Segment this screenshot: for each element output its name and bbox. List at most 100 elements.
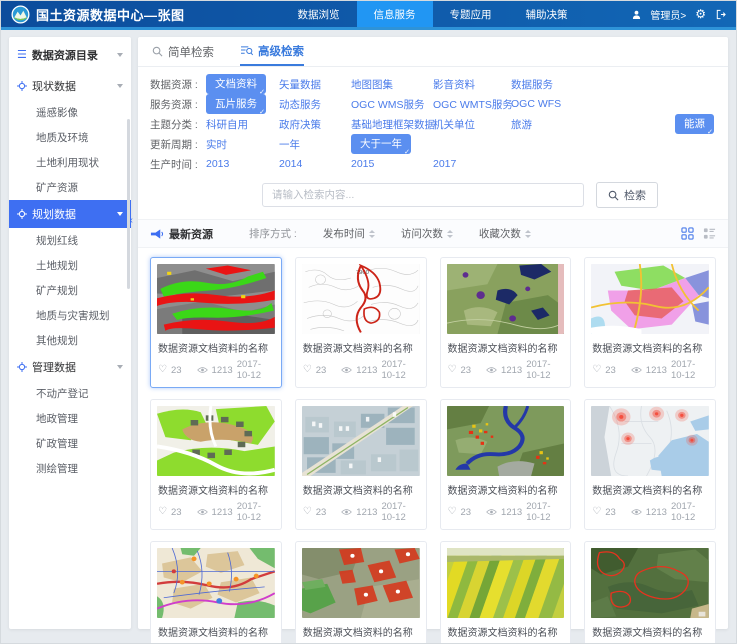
likes-icon[interactable]: ♡ <box>303 365 312 375</box>
sidebar-item-land-planning[interactable]: 土地规划 <box>9 253 131 278</box>
settings-gear-icon[interactable]: ⚙ <box>695 8 706 20</box>
sidebar-item-mineral-resources[interactable]: 矿产资源 <box>9 175 131 200</box>
search-icon <box>608 190 619 201</box>
sort-by-publish-time[interactable]: 发布时间 <box>323 226 375 241</box>
nav-decision-support[interactable]: 辅助决策 <box>509 1 585 27</box>
keyword-search-row: 检索 <box>262 182 658 208</box>
filter-option-basic-geo-framework[interactable]: 基础地理框架数据 <box>351 117 433 132</box>
card-thumbnail <box>157 406 275 476</box>
filter-option-ogc-wmts[interactable]: OGC WMTS服务 <box>433 97 511 112</box>
search-button[interactable]: 检索 <box>596 182 658 208</box>
sidebar-scrollbar[interactable] <box>127 119 130 289</box>
filter-option-vector-data[interactable]: 矢量数据 <box>279 77 351 92</box>
filter-option-dynamic-service[interactable]: 动态服务 <box>279 97 351 112</box>
result-card[interactable]: 数据资源文档资料的名称 ♡ 23 1213 2017-10-12 <box>584 399 716 530</box>
result-card[interactable]: 数据资源文档资料的名称 ♡ 23 1213 2017-10-12 <box>440 541 572 644</box>
filter-option-research-use[interactable]: 科研自用 <box>206 117 279 132</box>
filter-option-data-service[interactable]: 数据服务 <box>511 77 716 92</box>
sidebar-item-other-planning[interactable]: 其他规划 <box>9 328 131 353</box>
filter-option-org-unit[interactable]: 机关单位 <box>433 117 511 132</box>
filter-option-ogc-wfs[interactable]: OGC WFS <box>511 98 716 110</box>
filter-option-tile-service[interactable]: 瓦片服务✓ <box>206 94 266 114</box>
filter-option-2017[interactable]: 2017 <box>433 158 511 170</box>
sidebar-item-geo-disaster-planning[interactable]: 地质与灾害规划 <box>9 303 131 328</box>
card-title: 数据资源文档资料的名称 <box>303 624 419 639</box>
filter-option-2013[interactable]: 2013 <box>206 158 279 170</box>
sidebar-group-planning-data[interactable]: 规划数据 <box>9 200 131 228</box>
card-date: 2017-10-12 <box>671 359 708 381</box>
user-name[interactable]: 管理员> <box>650 7 686 22</box>
list-view-icon[interactable] <box>703 227 716 240</box>
sidebar-group-management-data[interactable]: 管理数据 <box>9 353 131 381</box>
sidebar-item-geology-env[interactable]: 地质及环境 <box>9 125 131 150</box>
filter-option-map-atlas[interactable]: 地图图集 <box>351 77 433 92</box>
globe-emblem-icon <box>11 5 30 24</box>
hamburger-icon[interactable]: ☰ <box>17 50 27 61</box>
result-card[interactable]: 数据资源文档资料的名称 ♡ 23 1213 2017-10-12 <box>440 257 572 388</box>
likes-icon[interactable]: ♡ <box>158 365 167 375</box>
card-thumbnail: 7960 <box>302 264 420 334</box>
result-card[interactable]: 7960 数据资源文档资料的名称 ♡ 23 1213 2017-10-12 <box>295 257 427 388</box>
result-card[interactable]: 数据资源文档资料的名称 ♡ 23 1213 2017-10-12 <box>295 399 427 530</box>
filter-option-gov-decision[interactable]: 政府决策 <box>279 117 351 132</box>
tab-advanced-search[interactable]: 高级检索 <box>240 37 304 66</box>
card-stats: ♡ 23 1213 2017-10-12 <box>591 359 709 381</box>
filter-option-over-one-year[interactable]: 大于一年✓ <box>351 134 411 154</box>
grid-view-icon[interactable] <box>681 227 694 240</box>
result-card[interactable]: 数据资源文档资料的名称 ♡ 23 1213 2017-10-12 <box>584 257 716 388</box>
likes-icon[interactable]: ♡ <box>592 507 601 517</box>
filter-option-ogc-wms[interactable]: OGC WMS服务 <box>351 97 433 112</box>
user-icon <box>632 10 641 19</box>
nav-thematic-apps[interactable]: 专题应用 <box>433 1 509 27</box>
card-title: 数据资源文档资料的名称 <box>158 482 274 497</box>
likes-icon[interactable]: ♡ <box>448 365 457 375</box>
sidebar-item-planning-redline[interactable]: 规划红线 <box>9 228 131 253</box>
result-card[interactable]: 数据资源文档资料的名称 ♡ 23 1213 2017-10-12 <box>150 257 282 388</box>
card-title: 数据资源文档资料的名称 <box>448 340 564 355</box>
sidebar-item-mineral-planning[interactable]: 矿产规划 <box>9 278 131 303</box>
filter-option-doc-material[interactable]: 文档资料✓ <box>206 74 266 94</box>
result-card[interactable]: 数据资源文档资料的名称 ♡ 23 1213 2017-10-12 <box>584 541 716 644</box>
chevron-down-icon[interactable] <box>117 53 123 57</box>
nav-info-service[interactable]: 信息服务 <box>357 1 433 27</box>
sidebar-collapse-handle[interactable]: ‹ <box>130 215 133 226</box>
tab-simple-search[interactable]: 简单检索 <box>152 37 214 66</box>
result-card[interactable]: 数据资源文档资料的名称 ♡ 23 1213 2017-10-12 <box>150 399 282 530</box>
sort-by-favorites[interactable]: 收藏次数 <box>479 226 531 241</box>
main-nav: 数据浏览 信息服务 专题应用 辅助决策 <box>281 1 585 27</box>
likes-icon[interactable]: ♡ <box>303 507 312 517</box>
filter-option-2015[interactable]: 2015 <box>351 158 433 170</box>
sidebar-item-remote-sensing[interactable]: 遥感影像 <box>9 100 131 125</box>
sort-by-visits[interactable]: 访问次数 <box>401 226 453 241</box>
search-input[interactable] <box>262 183 584 207</box>
sidebar-item-realestate-registry[interactable]: 不动产登记 <box>9 381 131 406</box>
likes-icon[interactable]: ♡ <box>448 507 457 517</box>
filter-option-realtime[interactable]: 实时 <box>206 137 279 152</box>
sidebar-item-mining-admin[interactable]: 矿政管理 <box>9 431 131 456</box>
filter-option-energy[interactable]: 能源✓ <box>675 114 714 134</box>
sidebar-group-current-data[interactable]: 现状数据 <box>9 72 131 100</box>
filter-option-tourism[interactable]: 旅游 <box>511 117 675 132</box>
chevron-down-icon[interactable] <box>117 365 123 369</box>
result-card[interactable]: 数据资源文档资料的名称 ♡ 23 1213 2017-10-12 <box>150 541 282 644</box>
likes-count: 23 <box>460 507 471 518</box>
result-card[interactable]: 数据资源文档资料的名称 ♡ 23 1213 2017-10-12 <box>440 399 572 530</box>
filter-row-data-resource: 数据资源 : 文档资料✓ 矢量数据 地图图集 影音资料 数据服务 <box>150 74 716 94</box>
sidebar-header[interactable]: ☰ 数据资源目录 <box>9 37 131 72</box>
chevron-down-icon[interactable] <box>117 212 123 216</box>
filter-option-av-material[interactable]: 影音资料 <box>433 77 511 92</box>
nav-data-browse[interactable]: 数据浏览 <box>281 1 357 27</box>
sidebar-item-landuse-status[interactable]: 土地利用现状 <box>9 150 131 175</box>
filter-option-2014[interactable]: 2014 <box>279 158 351 170</box>
filter-option-one-year[interactable]: 一年 <box>279 137 351 152</box>
likes-icon[interactable]: ♡ <box>158 507 167 517</box>
views-icon <box>486 366 497 374</box>
sidebar-item-surveying-admin[interactable]: 测绘管理 <box>9 456 131 481</box>
card-stats: ♡ 23 1213 2017-10-12 <box>157 359 275 381</box>
logout-icon[interactable] <box>715 9 726 20</box>
result-card[interactable]: 数据资源文档资料的名称 ♡ 23 1213 2017-10-12 <box>295 541 427 644</box>
card-thumbnail <box>157 548 275 618</box>
sidebar-item-land-admin[interactable]: 地政管理 <box>9 406 131 431</box>
likes-icon[interactable]: ♡ <box>592 365 601 375</box>
chevron-down-icon[interactable] <box>117 84 123 88</box>
